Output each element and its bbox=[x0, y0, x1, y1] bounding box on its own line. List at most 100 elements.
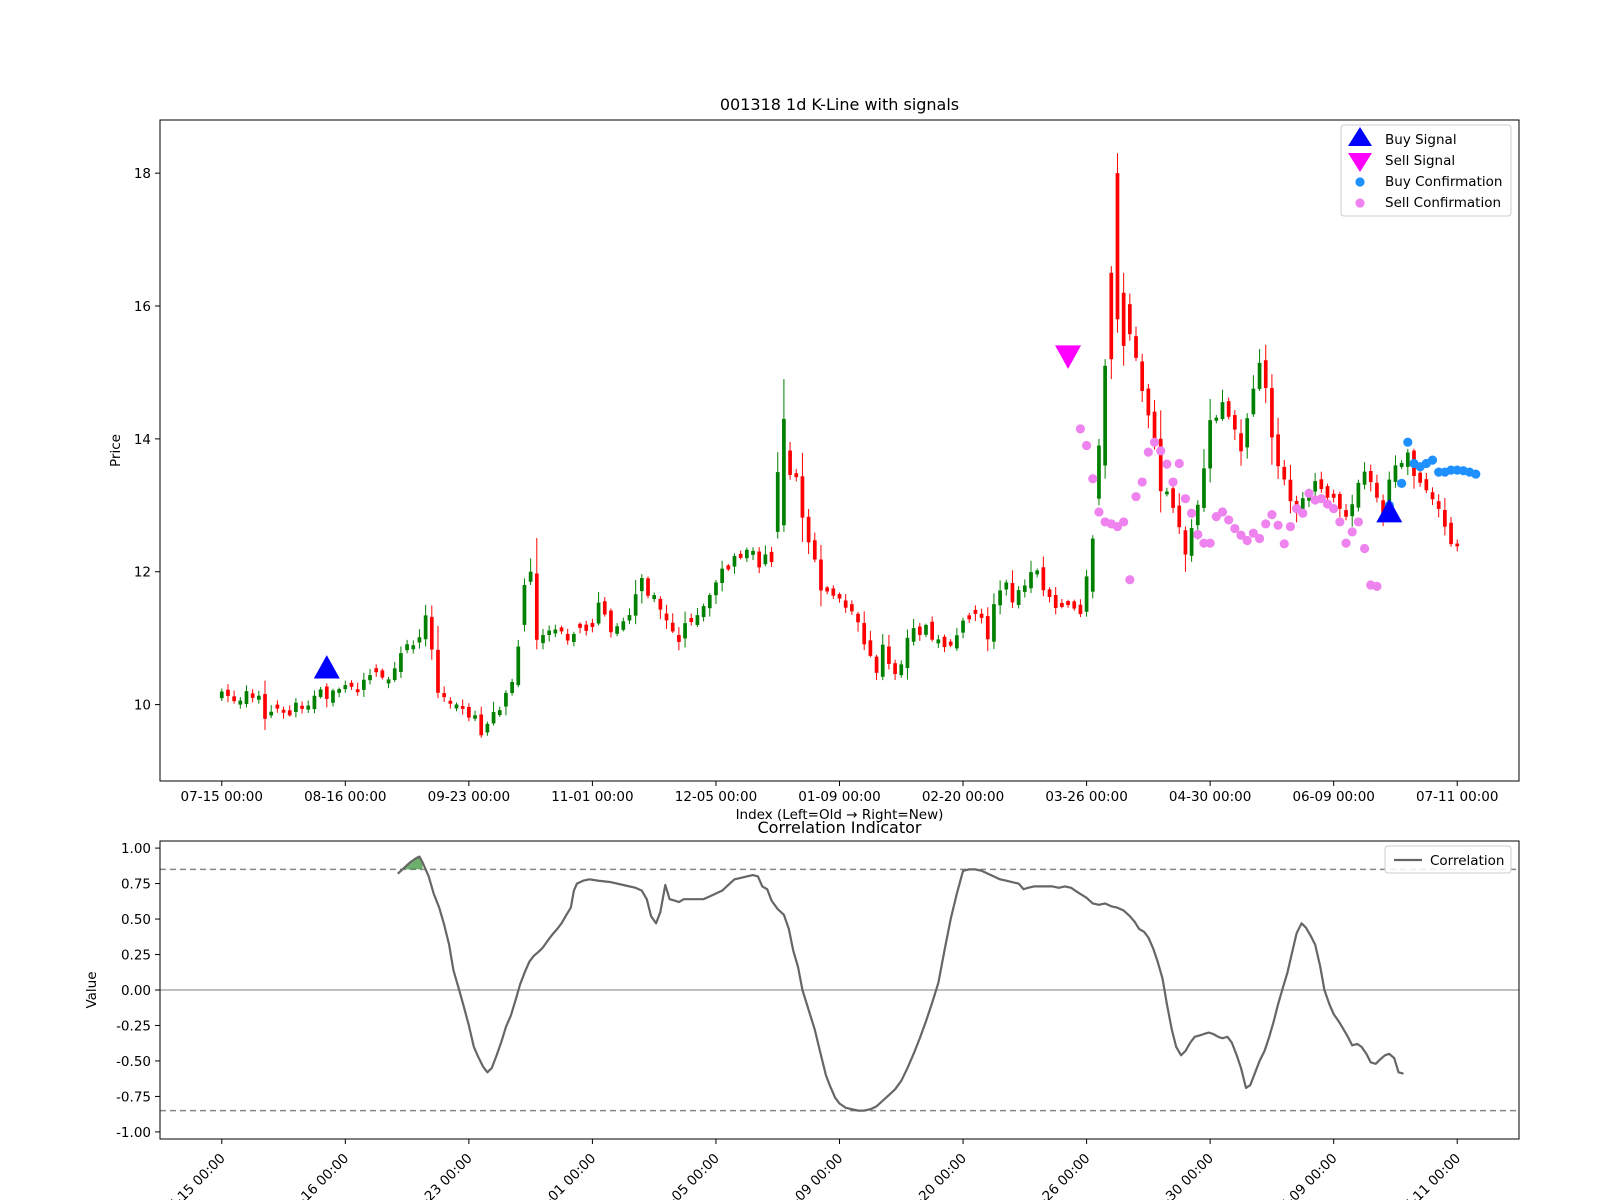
candle bbox=[683, 611, 687, 648]
correlation-x-ticks: 07-15 00:00 08-16 00:00 09-23 00:00 11-01 0… bbox=[159, 1139, 1464, 1200]
candle-body bbox=[609, 610, 613, 633]
candle-body bbox=[837, 594, 842, 599]
sell-confirmation-point bbox=[1341, 538, 1351, 548]
x-tick-label: 11-01 00:00 bbox=[530, 1151, 600, 1200]
candle bbox=[324, 683, 329, 708]
candle-body bbox=[219, 691, 224, 699]
candle-body bbox=[1300, 498, 1305, 509]
candle-body bbox=[399, 653, 403, 672]
candle-body bbox=[522, 585, 527, 625]
candle-body bbox=[275, 704, 280, 709]
candle-body bbox=[1325, 486, 1330, 498]
candle bbox=[677, 627, 681, 651]
candle-body bbox=[300, 705, 304, 709]
candle bbox=[1202, 449, 1206, 512]
candle-body bbox=[504, 692, 508, 707]
candle-body bbox=[788, 450, 792, 475]
candle bbox=[1257, 349, 1262, 392]
candle bbox=[658, 596, 663, 620]
candle bbox=[887, 634, 891, 670]
candle bbox=[714, 579, 718, 604]
candle-body bbox=[1016, 590, 1021, 605]
candle-body bbox=[1418, 472, 1423, 483]
candle bbox=[1368, 464, 1373, 492]
candle-body bbox=[572, 633, 576, 642]
candle bbox=[294, 698, 298, 718]
candle-body bbox=[1239, 433, 1243, 452]
sell-confirmation-point bbox=[1149, 437, 1160, 447]
sell-confirmation-point bbox=[1119, 517, 1129, 527]
candle bbox=[429, 605, 434, 660]
legend-label: Buy Confirmation bbox=[1385, 174, 1502, 190]
candle-body bbox=[1393, 465, 1398, 482]
candle bbox=[1066, 599, 1070, 608]
sell-confirmation-point bbox=[1081, 440, 1092, 451]
candle-body bbox=[1134, 336, 1138, 358]
candle-body bbox=[658, 598, 663, 610]
y-tick-label: 0.25 bbox=[121, 948, 151, 964]
candle bbox=[287, 705, 292, 717]
candle bbox=[1443, 497, 1447, 536]
x-tick-label: 07-11 00:00 bbox=[1416, 789, 1498, 805]
candle bbox=[751, 547, 755, 561]
candle bbox=[1424, 472, 1429, 494]
candle-body bbox=[473, 715, 477, 719]
candle bbox=[1189, 519, 1194, 562]
candle-body bbox=[664, 613, 669, 621]
sell-confirmation-point bbox=[1359, 543, 1370, 554]
candle bbox=[1270, 374, 1274, 465]
candle bbox=[1121, 272, 1126, 366]
candle-body bbox=[985, 616, 990, 640]
candle-body bbox=[226, 689, 230, 696]
candle bbox=[1072, 599, 1077, 611]
candle bbox=[862, 611, 867, 651]
candle-body bbox=[1375, 482, 1379, 498]
candle-body bbox=[1344, 510, 1348, 517]
candle-body bbox=[1152, 411, 1157, 443]
candle bbox=[1245, 413, 1250, 459]
candle-body bbox=[979, 613, 984, 618]
sell-confirmation-point bbox=[1143, 447, 1153, 457]
y-tick-label: 12 bbox=[134, 565, 151, 581]
candle bbox=[1276, 417, 1280, 480]
sell-confirmation-point bbox=[1347, 527, 1357, 537]
sell-confirmation-point bbox=[1088, 474, 1098, 484]
candle-body bbox=[1035, 570, 1040, 575]
candle-body bbox=[1041, 567, 1046, 591]
candle-body bbox=[1338, 493, 1342, 509]
candle-body bbox=[615, 626, 619, 634]
buy-confirmation-point bbox=[1427, 455, 1438, 465]
legend-label: Correlation bbox=[1430, 853, 1504, 869]
candle bbox=[565, 628, 570, 645]
correlation-chart-title: Correlation Indicator bbox=[757, 818, 921, 837]
candle bbox=[559, 625, 564, 635]
candle bbox=[639, 574, 644, 604]
candle-body bbox=[448, 700, 453, 704]
candle-body bbox=[1356, 482, 1361, 508]
candle bbox=[275, 700, 280, 713]
candle bbox=[602, 597, 607, 617]
candle-body bbox=[1010, 582, 1015, 603]
x-tick-label: 01-09 00:00 bbox=[777, 1151, 847, 1200]
candle-body bbox=[423, 615, 428, 640]
sell-confirmation-point bbox=[1285, 521, 1296, 532]
y-tick-label: 1.00 bbox=[121, 841, 151, 857]
candle bbox=[1183, 526, 1188, 572]
candle-body bbox=[1115, 173, 1120, 320]
candle bbox=[1362, 462, 1367, 490]
candle bbox=[1097, 438, 1101, 506]
candle-body bbox=[1053, 595, 1058, 608]
candle bbox=[985, 607, 990, 652]
candle bbox=[411, 640, 416, 654]
candle bbox=[800, 452, 805, 542]
candle-body bbox=[973, 609, 978, 614]
candle bbox=[794, 468, 799, 482]
x-tick-label: 12-05 00:00 bbox=[653, 1151, 723, 1200]
candle bbox=[485, 721, 490, 736]
candle-body bbox=[559, 627, 564, 632]
candle bbox=[522, 578, 527, 632]
sell-confirmation-point bbox=[1224, 515, 1234, 525]
candle bbox=[534, 537, 539, 650]
candle bbox=[300, 701, 304, 714]
candle bbox=[1035, 568, 1040, 578]
